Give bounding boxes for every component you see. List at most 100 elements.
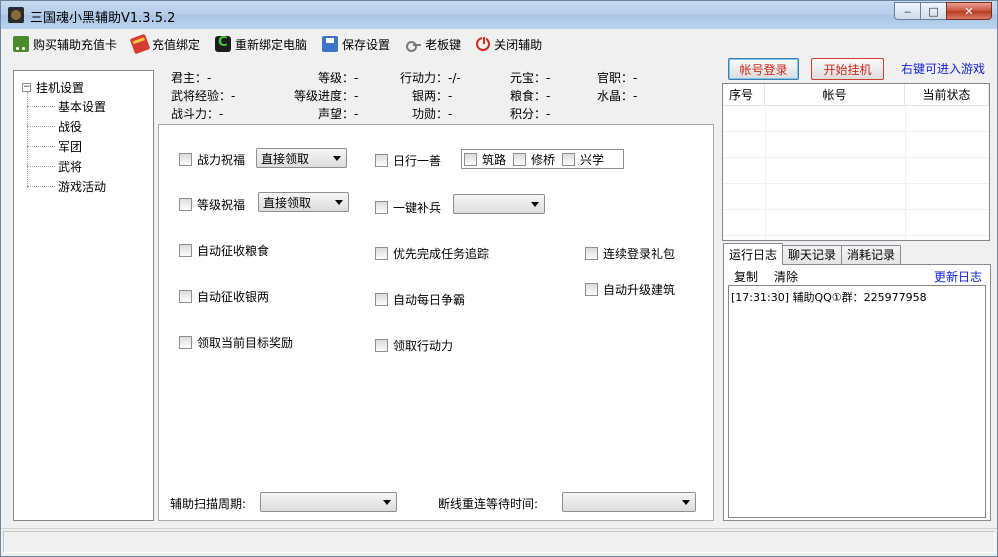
account-table[interactable]: 序号 帐号 当前状态 — [722, 83, 990, 241]
close-assistant-label: 关闭辅助 — [494, 37, 543, 52]
window-controls: ‒ □ ✕ — [894, 2, 992, 20]
account-info-panel: 君主：- 等级：- 行动力：-/- 元宝：- 官职：- 武将经验：- 等级进度：… — [158, 66, 714, 124]
tree-root-label: 挂机设置 — [36, 81, 85, 95]
key-icon — [405, 36, 422, 52]
target-reward-option[interactable]: 领取当前目标奖励 — [179, 334, 293, 351]
minimize-button[interactable]: ‒ — [894, 2, 921, 20]
chevron-down-icon — [333, 156, 341, 161]
points-field: 积分：- — [510, 107, 551, 121]
column-header-account[interactable]: 帐号 — [765, 84, 905, 106]
auto-grain-checkbox[interactable] — [179, 244, 192, 257]
repair-bridge-checkbox[interactable] — [513, 152, 527, 166]
scan-period-select[interactable] — [260, 492, 397, 512]
refresh-log-link[interactable]: 更新日志 — [934, 268, 982, 285]
daily-contest-checkbox[interactable] — [375, 293, 388, 306]
tab-consume-log[interactable]: 消耗记录 — [841, 245, 902, 265]
level-bless-option[interactable]: 等级祝福 — [179, 196, 245, 213]
login-gift-option[interactable]: 连续登录礼包 — [585, 245, 675, 262]
collapse-icon[interactable]: − — [22, 83, 31, 92]
level-field: 等级：- — [318, 71, 359, 85]
rank-field: 官职：- — [597, 71, 638, 85]
save-settings-label: 保存设置 — [342, 37, 391, 52]
rebind-pc-button[interactable]: 重新绑定电脑 — [215, 33, 307, 55]
save-settings-button[interactable]: 保存设置 — [322, 33, 390, 55]
table-row[interactable] — [723, 132, 989, 158]
table-row[interactable] — [723, 184, 989, 210]
info-row: 武将经验：- 等级进度：- 银两：- 粮食：- 水晶：- — [158, 87, 714, 105]
task-tracking-checkbox[interactable] — [375, 247, 388, 260]
daily-good-option[interactable]: 日行一善 — [375, 152, 441, 169]
target-reward-label: 领取当前目标奖励 — [197, 336, 294, 350]
tree-item-events[interactable]: 游戏活动 — [27, 178, 106, 195]
claim-action-checkbox[interactable] — [375, 339, 388, 352]
chevron-down-icon — [383, 500, 391, 505]
log-panel: 复制 清除 更新日志 [17:31:30] 辅助QQ①群：225977958 — [723, 264, 991, 521]
repair-bridge-option[interactable]: 修桥 — [513, 151, 555, 168]
build-road-checkbox[interactable] — [464, 152, 477, 166]
info-row: 战斗力：- 声望：- 功勋：- 积分：- — [158, 105, 714, 123]
grain-field: 粮食：- — [510, 89, 551, 103]
auto-upgrade-checkbox[interactable] — [585, 283, 598, 296]
daily-good-checkbox[interactable] — [375, 154, 388, 167]
level-bless-checkbox[interactable] — [179, 198, 192, 211]
one-key-refill-option[interactable]: 一键补兵 — [375, 199, 441, 216]
target-reward-checkbox[interactable] — [179, 336, 192, 349]
account-login-button[interactable]: 帐号登录 — [728, 58, 799, 80]
task-tracking-option[interactable]: 优先完成任务追踪 — [375, 245, 489, 262]
tab-chat-log[interactable]: 聊天记录 — [782, 245, 843, 265]
cart-icon — [13, 36, 29, 52]
clear-link[interactable]: 清除 — [774, 268, 798, 285]
level-bless-select-value: 直接领取 — [263, 195, 312, 210]
auto-upgrade-option[interactable]: 自动升级建筑 — [585, 281, 675, 298]
title-bar[interactable]: 三国魂小黑辅助V1.3.5.2 ‒ □ ✕ — [1, 1, 997, 29]
auto-silver-checkbox[interactable] — [179, 290, 192, 303]
tree-item-campaign[interactable]: 战役 — [27, 118, 82, 135]
column-header-index[interactable]: 序号 — [723, 84, 765, 106]
claim-action-option[interactable]: 领取行动力 — [375, 337, 453, 354]
table-row[interactable] — [723, 158, 989, 184]
reconnect-wait-select[interactable] — [562, 492, 696, 512]
log-tabs: 运行日志 聊天记录 消耗记录 — [723, 243, 902, 265]
promote-study-checkbox[interactable] — [562, 152, 576, 166]
log-line: [17:31:30] 辅助QQ①群：225977958 — [731, 291, 927, 304]
maximize-button[interactable]: □ — [920, 2, 947, 20]
buy-card-button[interactable]: 购买辅助充值卡 — [13, 33, 117, 55]
tree-root-item[interactable]: − 挂机设置 — [22, 79, 84, 96]
auto-grain-option[interactable]: 自动征收粮食 — [179, 242, 269, 259]
tree-item-basic[interactable]: 基本设置 — [27, 98, 106, 115]
tree-item-label: 基本设置 — [58, 100, 107, 114]
merit-field: 功勋：- — [412, 107, 453, 121]
battle-bless-option[interactable]: 战力祝福 — [179, 151, 245, 168]
copy-link[interactable]: 复制 — [734, 268, 758, 285]
tree-item-legion[interactable]: 军团 — [27, 138, 82, 155]
table-row[interactable] — [723, 210, 989, 236]
boss-key-button[interactable]: 老板键 — [405, 33, 461, 55]
battle-bless-checkbox[interactable] — [179, 153, 192, 166]
one-key-refill-checkbox[interactable] — [375, 201, 388, 214]
start-idle-button[interactable]: 开始挂机 — [811, 58, 884, 80]
status-cell — [3, 531, 995, 553]
daily-contest-option[interactable]: 自动每日争霸 — [375, 291, 465, 308]
main-window: 三国魂小黑辅助V1.3.5.2 ‒ □ ✕ 购买辅助充值卡 充值绑定 重新绑定电… — [0, 0, 998, 557]
login-gift-checkbox[interactable] — [585, 247, 598, 260]
battle-bless-select[interactable]: 直接领取 — [256, 148, 347, 168]
build-road-label: 筑路 — [482, 152, 507, 167]
gift-icon — [129, 33, 151, 55]
close-assistant-button[interactable]: 关闭辅助 — [476, 33, 542, 55]
table-row[interactable] — [723, 106, 989, 132]
tree-item-generals[interactable]: 武将 — [27, 158, 82, 175]
status-bar — [1, 528, 997, 556]
recharge-bind-button[interactable]: 充值绑定 — [129, 33, 201, 55]
column-header-status[interactable]: 当前状态 — [905, 84, 989, 106]
tab-run-log[interactable]: 运行日志 — [723, 243, 784, 265]
log-text-area[interactable]: [17:31:30] 辅助QQ①群：225977958 — [728, 285, 986, 518]
auto-silver-option[interactable]: 自动征收银两 — [179, 288, 269, 305]
build-road-option[interactable]: 筑路 — [464, 151, 506, 168]
info-row: 君主：- 等级：- 行动力：-/- 元宝：- 官职：- — [158, 69, 714, 87]
promote-study-option[interactable]: 兴学 — [562, 151, 604, 168]
level-bless-select[interactable]: 直接领取 — [258, 192, 349, 212]
close-button[interactable]: ✕ — [946, 2, 992, 20]
one-key-refill-select[interactable] — [453, 194, 545, 214]
recharge-bind-label: 充值绑定 — [152, 37, 201, 52]
rebind-pc-label: 重新绑定电脑 — [235, 37, 308, 52]
